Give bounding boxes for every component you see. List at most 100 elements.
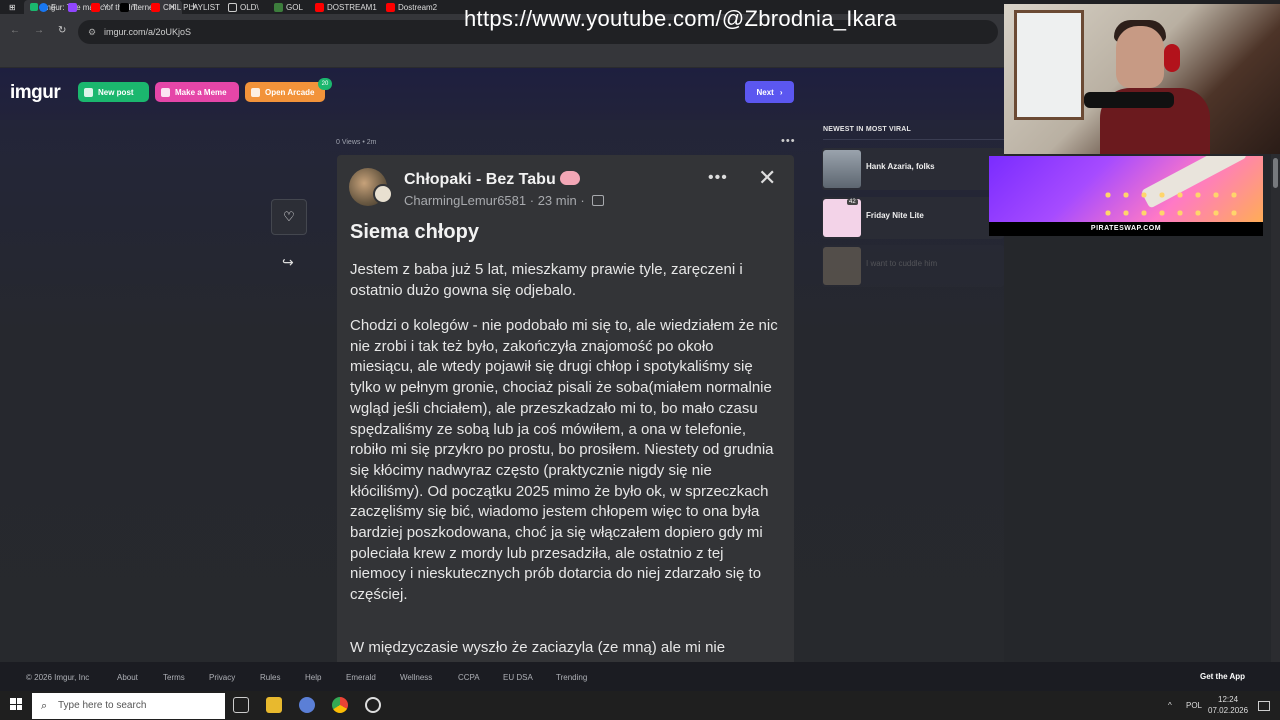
imgur-header xyxy=(0,68,1004,120)
viral-title: Friday Nite Lite xyxy=(866,211,924,220)
chevron-right-icon: › xyxy=(779,87,783,97)
microphone-icon xyxy=(1084,92,1174,108)
footer-link-privacy[interactable]: Privacy xyxy=(209,673,235,682)
footer-link-emerald[interactable]: Emerald xyxy=(346,673,376,682)
more-options-icon[interactable]: ••• xyxy=(708,169,728,187)
x-icon xyxy=(120,3,129,12)
tray-chevron-icon[interactable]: ^ xyxy=(1168,701,1172,710)
footer-link-ccpa[interactable]: CCPA xyxy=(458,673,480,682)
app-icon[interactable] xyxy=(299,697,315,713)
brain-emoji-icon xyxy=(559,171,580,185)
file-explorer-icon[interactable] xyxy=(266,697,282,713)
scrollbar-thumb[interactable] xyxy=(1273,158,1278,188)
taskbar-search-input[interactable]: ⌕ Type here to search xyxy=(32,693,225,719)
post-time: 23 min xyxy=(537,193,577,208)
reload-icon[interactable]: ↻ xyxy=(58,25,66,36)
clock-time: 12:24 xyxy=(1218,695,1239,704)
viral-thumbnail xyxy=(823,150,861,188)
viral-item[interactable]: I want to cuddle him xyxy=(822,245,1004,287)
separator-dot: · xyxy=(529,193,538,208)
footer-link-wellness[interactable]: Wellness xyxy=(400,673,432,682)
separator-dot: · xyxy=(580,193,589,208)
back-icon[interactable]: ← xyxy=(10,25,20,36)
meme-icon xyxy=(161,87,170,97)
folder-icon xyxy=(228,3,237,12)
viral-title: Hank Azaria, folks xyxy=(866,162,935,171)
new-post-button[interactable]: New post xyxy=(78,82,149,102)
image-count-badge: 42 xyxy=(847,199,858,205)
channel-watermark: https://www.youtube.com/@Zbrodnia_Ikara xyxy=(464,6,897,31)
author-name[interactable]: CharmingLemur6581 xyxy=(404,193,526,208)
imgur-favicon-icon xyxy=(30,3,38,11)
share-icon[interactable]: ↪ xyxy=(282,254,294,271)
arcade-badge: 20 xyxy=(318,78,332,90)
twitch-icon xyxy=(68,3,77,12)
chrome-icon[interactable] xyxy=(332,697,348,713)
bookmark-x[interactable]: T xyxy=(120,3,137,12)
notification-icon[interactable] xyxy=(1258,701,1270,711)
youtube-icon xyxy=(151,3,160,12)
clock-date: 07.02.2026 xyxy=(1208,706,1249,715)
viral-title: I want to cuddle him xyxy=(866,259,938,268)
post-options-icon[interactable]: ••• xyxy=(781,135,796,147)
search-icon: ⌕ xyxy=(41,700,48,712)
site-footer xyxy=(0,662,1280,691)
bookmark-chil-playlist[interactable]: CHIL PLAYLIST xyxy=(151,3,220,12)
group-title[interactable]: Chłopaki - Bez Tabu xyxy=(404,171,580,189)
close-icon[interactable]: ✕ xyxy=(758,167,776,189)
post-paragraph: Jestem z baba już 5 lat, mieszkamy prawi… xyxy=(350,261,743,299)
user-avatar xyxy=(373,184,393,204)
gamepad-icon xyxy=(251,87,260,97)
task-view-icon[interactable] xyxy=(233,697,249,713)
viral-item[interactable]: 42 Friday Nite Lite xyxy=(822,197,1004,239)
windows-start-icon[interactable] xyxy=(10,698,22,710)
post-card: Chłopaki - Bez Tabu CharmingLemur6581 · … xyxy=(337,155,794,662)
post-title: Siema chłopy xyxy=(350,221,479,243)
apps-grid-icon[interactable]: ⊞ xyxy=(9,3,16,12)
footer-link-help[interactable]: Help xyxy=(305,673,321,682)
youtube-icon xyxy=(386,3,395,12)
gol-icon xyxy=(274,3,283,12)
photo-icon xyxy=(592,195,605,206)
site-settings-icon[interactable]: ⚙ xyxy=(88,20,96,44)
ad-label: PIRATESWAP.COM xyxy=(989,222,1263,236)
post-paragraph: Chodzi o kolegów - nie podobało mi się t… xyxy=(350,317,778,604)
youtube-icon xyxy=(91,3,100,12)
ad-banner[interactable]: PIRATESWAP.COM xyxy=(989,156,1263,236)
bookmark-dostream2[interactable]: Dostream2 xyxy=(386,3,437,12)
footer-link-terms[interactable]: Terms xyxy=(163,673,185,682)
url-text: imgur.com/a/2oUKjoS xyxy=(104,27,192,37)
webcam-window xyxy=(1014,10,1084,120)
webcam-face xyxy=(1116,26,1164,88)
footer-link-trending[interactable]: Trending xyxy=(556,673,587,682)
scrollbar[interactable] xyxy=(1271,154,1280,662)
imgur-logo[interactable]: imgur xyxy=(10,82,61,104)
language-indicator[interactable]: POL xyxy=(1186,701,1202,710)
footer-link-about[interactable]: About xyxy=(117,673,138,682)
footer-copyright: © 2026 Imgur, Inc xyxy=(26,673,90,682)
author-line: CharmingLemur6581 · 23 min · xyxy=(404,193,605,208)
forward-icon[interactable]: → xyxy=(34,25,44,36)
bookmark-twitch[interactable] xyxy=(68,3,77,12)
open-arcade-button[interactable]: Open Arcade xyxy=(245,82,325,102)
footer-link-eu-dsa[interactable]: EU DSA xyxy=(503,673,533,682)
newest-viral-heading: NEWEST IN MOST VIRAL xyxy=(823,126,911,133)
obs-icon[interactable] xyxy=(365,697,381,713)
bookmark-dostream1[interactable]: DOSTREAM1 xyxy=(315,3,377,12)
get-app-button[interactable]: Get the App xyxy=(1200,672,1245,681)
bookmark-facebook[interactable]: F xyxy=(39,3,56,12)
make-meme-button[interactable]: Make a Meme xyxy=(155,82,239,102)
favorite-button[interactable]: ♡ xyxy=(271,199,307,235)
bookmark-gol[interactable]: GOL xyxy=(274,3,303,12)
taskbar-clock[interactable]: 12:24 07.02.2026 xyxy=(1208,694,1248,716)
streamer-webcam xyxy=(1004,4,1280,154)
viral-item[interactable]: Hank Azaria, folks xyxy=(822,148,1004,190)
footer-link-rules[interactable]: Rules xyxy=(260,673,280,682)
next-post-button[interactable]: Next › xyxy=(745,81,794,103)
heart-icon: ♡ xyxy=(283,209,295,224)
post-meta: 0 Views • 2m xyxy=(336,139,377,146)
ad-artwork xyxy=(1099,186,1239,226)
bookmark-youtube[interactable]: Y xyxy=(91,3,108,12)
facebook-icon xyxy=(39,3,48,12)
bookmark-folder-old[interactable]: OLD\ xyxy=(228,3,259,12)
